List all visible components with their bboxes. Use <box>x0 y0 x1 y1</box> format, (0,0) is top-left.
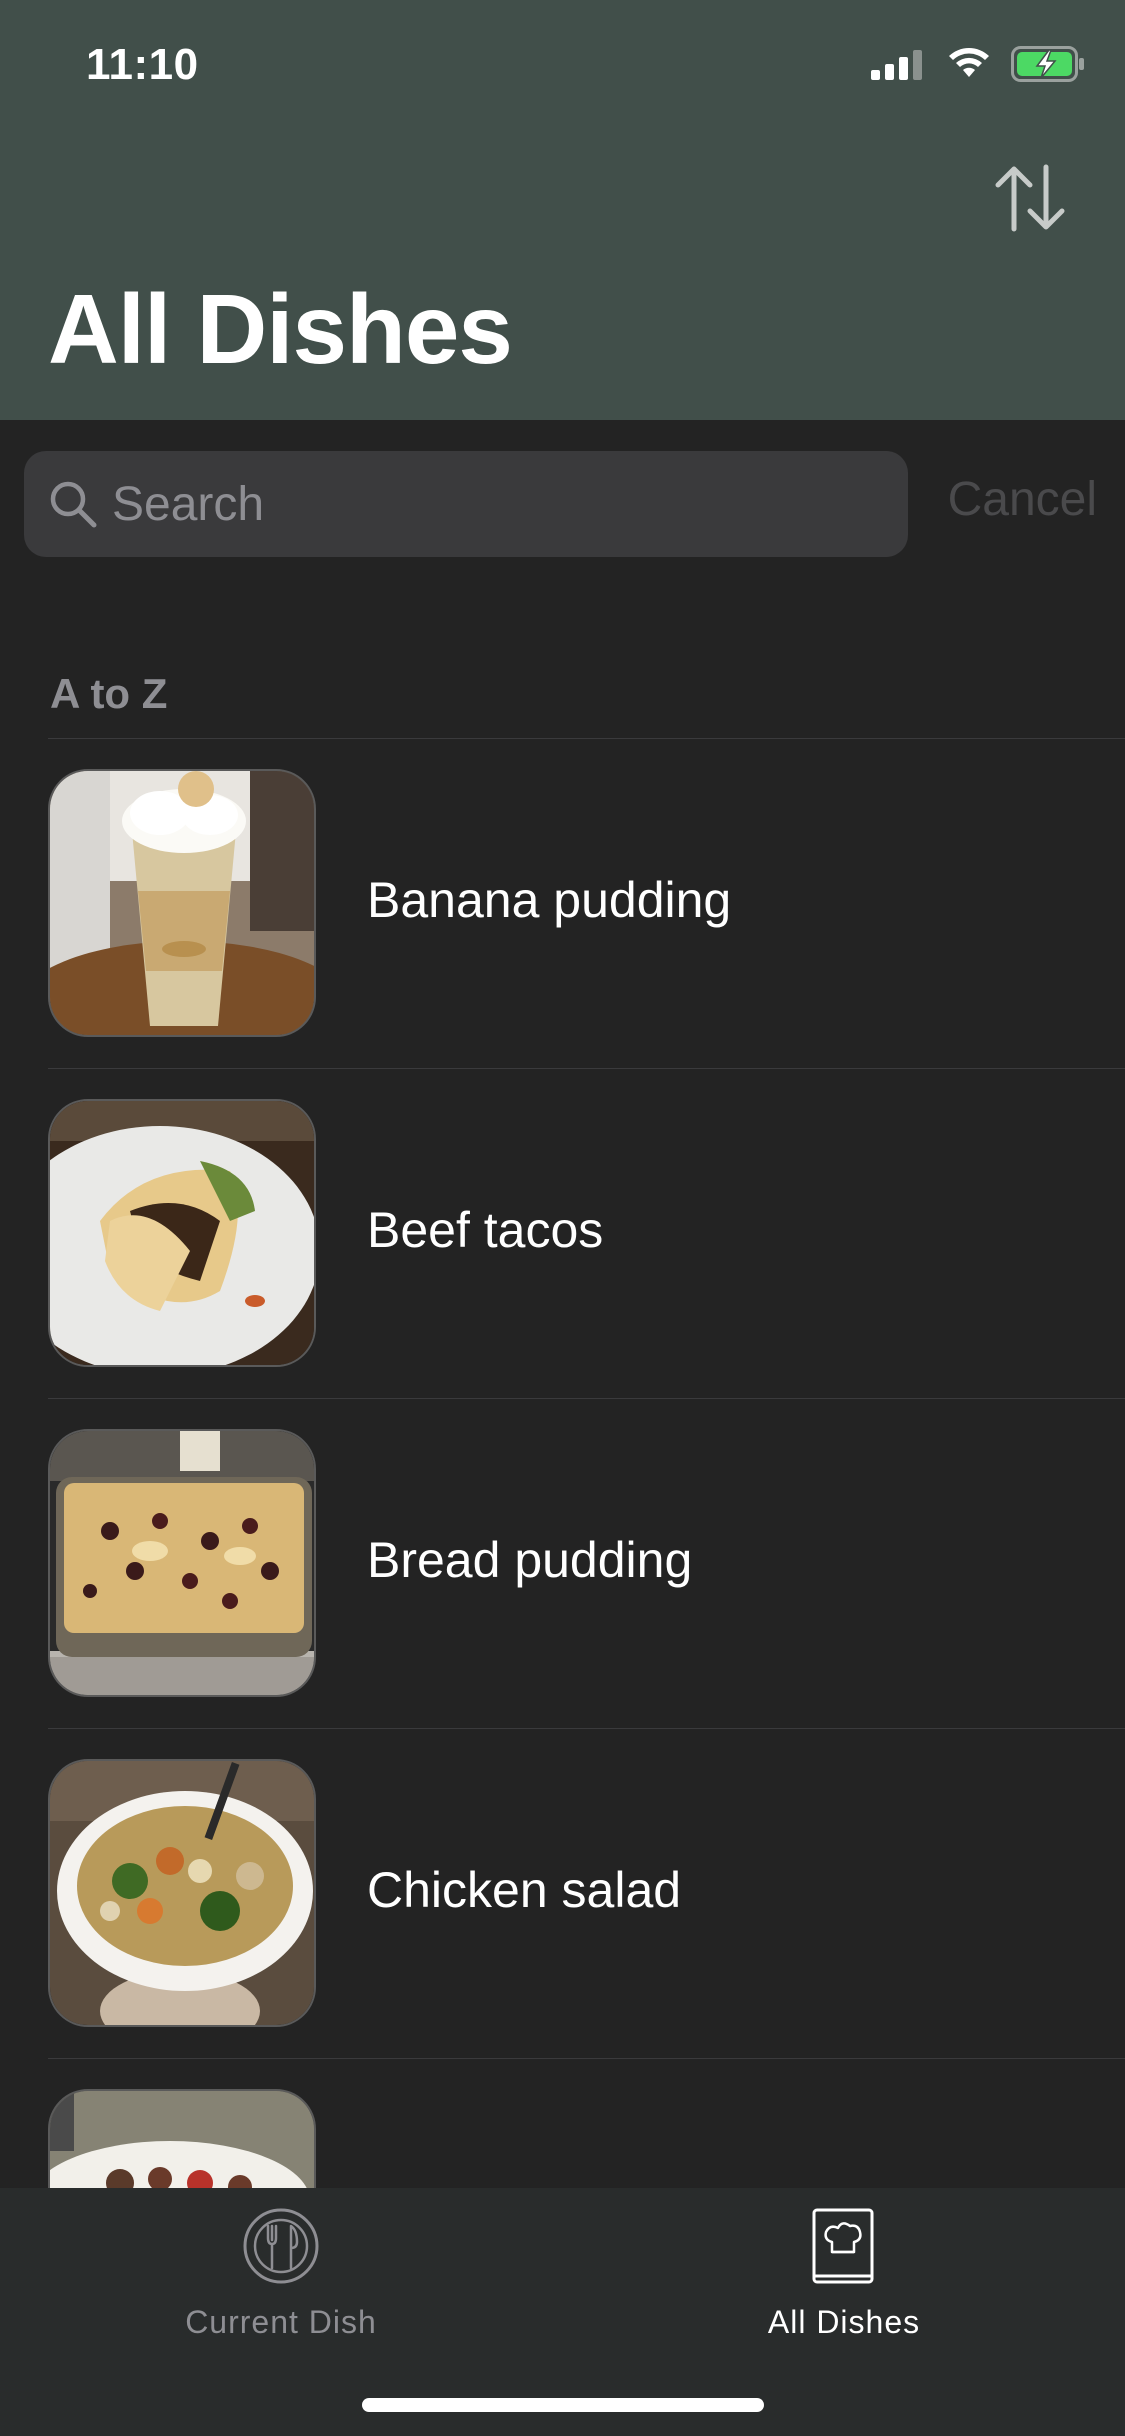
dish-photo <box>48 769 316 1037</box>
dish-name: Banana pudding <box>367 872 732 928</box>
page-title: All Dishes <box>48 274 513 384</box>
status-time: 11:10 <box>86 40 199 89</box>
tab-label: Current Dish <box>185 2304 377 2340</box>
battery-charging-icon <box>1011 46 1085 87</box>
search-icon <box>46 477 100 531</box>
list-item[interactable]: Bread pudding <box>0 1399 1125 1729</box>
search-bar: Cancel <box>0 420 1125 589</box>
cancel-button[interactable]: Cancel <box>948 472 1097 527</box>
search-field[interactable] <box>24 451 908 557</box>
dish-list[interactable]: A to Z Banana pudding Beef tacos Bread p… <box>0 588 1125 2188</box>
cellular-signal-icon <box>871 48 927 85</box>
dish-photo <box>48 1759 316 2027</box>
status-icons <box>871 46 1085 87</box>
sort-arrows-icon <box>990 163 1070 238</box>
navigation-header: 11:10 All Dishes <box>0 0 1125 420</box>
home-indicator <box>362 2398 764 2412</box>
dish-name: Beef tacos <box>367 1202 604 1258</box>
list-item[interactable]: Beef tacos <box>0 1069 1125 1399</box>
dish-photo <box>48 1099 316 1367</box>
search-input[interactable] <box>112 451 908 557</box>
list-item[interactable] <box>0 2059 1125 2188</box>
tab-all-dishes[interactable]: All Dishes <box>694 2206 994 2346</box>
tab-label: All Dishes <box>767 2304 921 2340</box>
dish-photo <box>48 1429 316 1697</box>
list-item[interactable]: Chicken salad <box>0 1729 1125 2059</box>
tab-bar: Current Dish All Dishes <box>0 2188 1125 2436</box>
chef-book-icon <box>804 2206 884 2286</box>
list-item[interactable]: Banana pudding <box>0 739 1125 1069</box>
sort-button[interactable] <box>985 160 1075 240</box>
dish-name: Chicken salad <box>367 1862 682 1918</box>
plate-utensils-icon <box>241 2206 321 2286</box>
wifi-icon <box>947 47 991 86</box>
dish-photo <box>48 2089 316 2188</box>
tab-current-dish[interactable]: Current Dish <box>131 2206 431 2346</box>
section-header: A to Z <box>50 670 168 717</box>
dish-name: Bread pudding <box>367 1532 693 1588</box>
